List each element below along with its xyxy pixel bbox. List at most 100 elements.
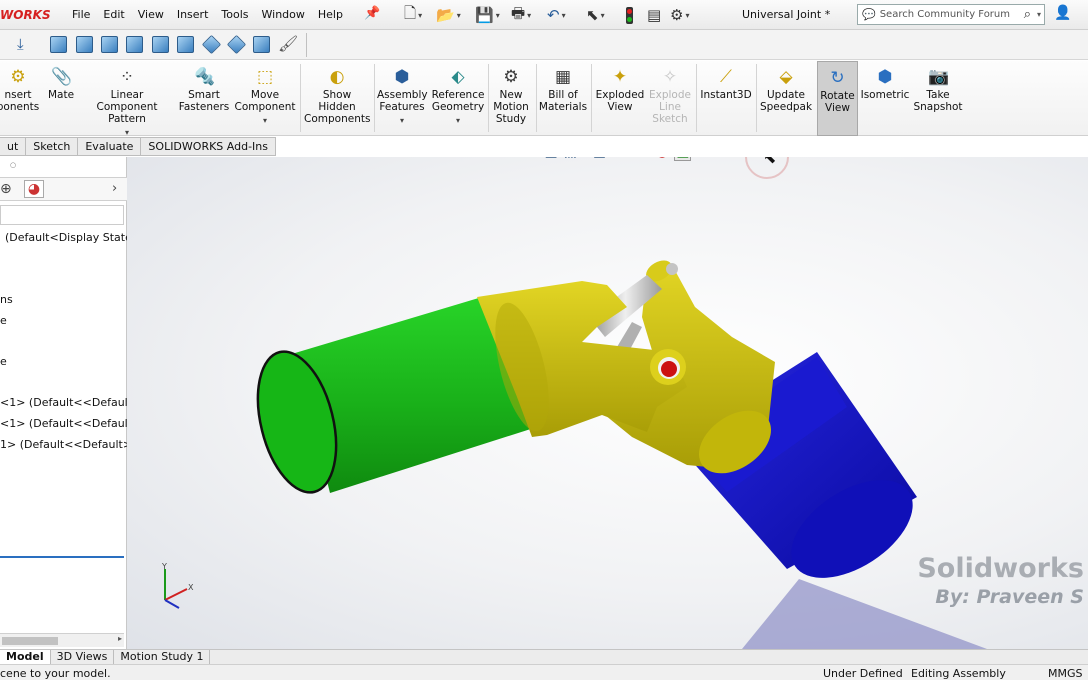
menu-view[interactable]: View (138, 8, 164, 21)
update-speedpak-button[interactable]: ⬙ Update Speedpak (758, 61, 814, 136)
display-manager-icon[interactable]: ◕ (24, 180, 44, 198)
tree-item[interactable]: e (0, 355, 7, 368)
new-motion-study-button[interactable]: ⚙ New Motion Study (490, 61, 532, 136)
command-label: Take (926, 89, 950, 101)
status-hint: cene to your model. (0, 667, 111, 680)
previous-view-icon[interactable]: ✎ (527, 157, 539, 160)
command-label: Show (322, 89, 352, 101)
zoom-to-fit-icon[interactable]: ⌕ (499, 157, 507, 160)
view-cube-icon[interactable] (226, 34, 247, 55)
view-orientation-icon[interactable]: ⬚ (564, 157, 577, 160)
user-icon[interactable]: 👤 (1054, 5, 1071, 21)
tree-component[interactable]: 1> (Default<<Default>_D (0, 438, 146, 451)
menu-window[interactable]: Window (262, 8, 305, 21)
view-cube-icon[interactable] (101, 36, 118, 53)
tab-model[interactable]: Model (0, 650, 51, 664)
section-view-icon[interactable]: ▣ (544, 157, 557, 160)
search-input[interactable]: 💬 Search Community Forum ⌕ ▾ (857, 4, 1045, 25)
view-cube-icon[interactable] (201, 34, 222, 55)
tab-evaluate[interactable]: Evaluate (78, 137, 142, 156)
chevron-down-icon[interactable]: ▾ (1037, 10, 1041, 19)
print-button[interactable]: 🖶 ▾ (511, 4, 531, 25)
bottom-tabs: Model 3D Views Motion Study 1 (0, 649, 1088, 664)
view-cube-icon[interactable] (50, 36, 67, 53)
pin-icon[interactable]: 📌 (364, 6, 380, 21)
tree-item[interactable]: ns (0, 293, 13, 306)
show-hidden-components-button[interactable]: ◐ Show Hidden Components (304, 61, 370, 136)
tab-solidworks-add-ins[interactable]: SOLIDWORKS Add-Ins (141, 137, 276, 156)
reference-geometry-icon: ⬖ (451, 67, 465, 87)
options-button[interactable]: ⚙ ▾ (670, 5, 689, 25)
linear-component-pattern-button[interactable]: ⁘ Linear Component Pattern ▾ (80, 61, 174, 137)
status-define-state: Under Defined (823, 667, 903, 680)
menu-edit[interactable]: Edit (103, 8, 124, 21)
chevron-down-icon[interactable]: ▾ (377, 115, 427, 127)
save-icon: 💾 (475, 6, 494, 24)
watermark: Solidworks By: Praveen S (917, 553, 1084, 608)
command-label: Geometry (431, 101, 485, 113)
view-cube-icon[interactable] (152, 36, 169, 53)
units-button[interactable]: MMGS (1048, 666, 1083, 680)
instant3d-button[interactable]: ⟋ Instant3D (699, 61, 753, 136)
file-properties-button[interactable]: ▤ (647, 5, 661, 25)
rebuild-button[interactable] (626, 5, 633, 25)
edit-appearance-icon[interactable]: ◕ (656, 157, 668, 160)
anchor-icon[interactable]: ⤓ (17, 35, 24, 53)
isometric-button[interactable]: ⬢ Isometric (860, 61, 910, 136)
move-component-icon: ⬚ (256, 67, 274, 87)
target-icon[interactable]: ⊕ (0, 181, 12, 197)
brush-icon[interactable]: 🖌 (278, 34, 298, 53)
menu-file[interactable]: File (72, 8, 90, 21)
horizontal-scrollbar[interactable]: ▸ (0, 633, 124, 647)
assembly-features-icon: ⬢ (394, 67, 410, 87)
tab-motion-study-1[interactable]: Motion Study 1 (114, 650, 211, 664)
zoom-to-area-icon[interactable]: ⌖ (513, 157, 521, 160)
rollback-bar[interactable] (0, 556, 124, 558)
title-bar: WORKS File Edit View Insert Tools Window… (0, 0, 1088, 30)
search-icon[interactable]: ⌕ (1024, 7, 1031, 22)
command-label: Smart (188, 89, 220, 101)
view-cube-icon[interactable] (126, 36, 143, 53)
reference-geometry-button[interactable]: ⬖ Reference Geometry ▾ (430, 61, 486, 136)
view-cube-icon[interactable] (76, 36, 93, 53)
rotate-view-button[interactable]: ↻ Rotate View (817, 61, 858, 136)
open-button[interactable]: 📂 ▾ (436, 5, 461, 25)
insert-components-button[interactable]: ⚙ nsert ponents (0, 61, 42, 136)
scroll-right-icon[interactable]: ▸ (118, 634, 122, 643)
exploded-view-button[interactable]: ✦ Exploded View (594, 61, 646, 136)
chevron-down-icon[interactable]: ▾ (234, 115, 296, 127)
save-button[interactable]: 💾 ▾ (475, 5, 500, 25)
undo-button[interactable]: ↶ ▾ (547, 5, 566, 25)
graphics-area[interactable]: Y X ⌕ ⌖ ✎ ▣ ⬚ ▾ ◧ ▾ 👁 ▾ ◕ ▩ ▾ ▭ ▾ ⬉ ◧ So… (127, 157, 1088, 649)
tab-sketch[interactable]: Sketch (26, 137, 79, 156)
new-document-button[interactable]: 🗋 ▾ (404, 4, 422, 25)
view-settings-icon[interactable]: ▭ (707, 157, 720, 160)
tab-3d-views[interactable]: 3D Views (51, 650, 115, 664)
tree-display-state[interactable]: (Default<Display State-1 (5, 231, 143, 244)
chevron-right-icon[interactable]: › (112, 181, 117, 196)
select-button[interactable]: ⬉ ▾ (586, 5, 605, 25)
assembly-features-button[interactable]: ⬢ Assembly Features ▾ (377, 61, 428, 136)
chevron-down-icon[interactable]: ▾ (430, 115, 486, 127)
command-label: Study (495, 113, 527, 125)
apply-scene-icon[interactable]: ▩ (674, 157, 692, 161)
display-style-icon[interactable]: ◧ (593, 157, 606, 160)
view-cube-icon[interactable] (253, 36, 270, 53)
tree-item[interactable]: e (0, 314, 7, 327)
mate-button[interactable]: 📎 Mate (46, 61, 76, 136)
hide-show-icon[interactable]: 👁 (622, 157, 640, 160)
bill-of-materials-button[interactable]: ▦ Bill of Materials (538, 61, 588, 136)
view-cube-icon[interactable] (177, 36, 194, 53)
menu-insert[interactable]: Insert (177, 8, 209, 21)
smart-fasteners-button[interactable]: 🔩 Smart Fasteners (178, 61, 230, 136)
tab-layout[interactable]: ut (0, 137, 27, 156)
filter-input[interactable] (0, 205, 124, 225)
collapse-dot-icon[interactable]: ○ (10, 161, 16, 169)
traffic-light-icon (626, 6, 633, 24)
scrollbar-thumb[interactable] (2, 637, 58, 645)
menu-tools[interactable]: Tools (221, 8, 248, 21)
command-label: ponents (0, 101, 40, 113)
move-component-button[interactable]: ⬚ Move Component ▾ (234, 61, 296, 136)
take-snapshot-button[interactable]: 📷 Take Snapshot (912, 61, 964, 136)
menu-help[interactable]: Help (318, 8, 343, 21)
